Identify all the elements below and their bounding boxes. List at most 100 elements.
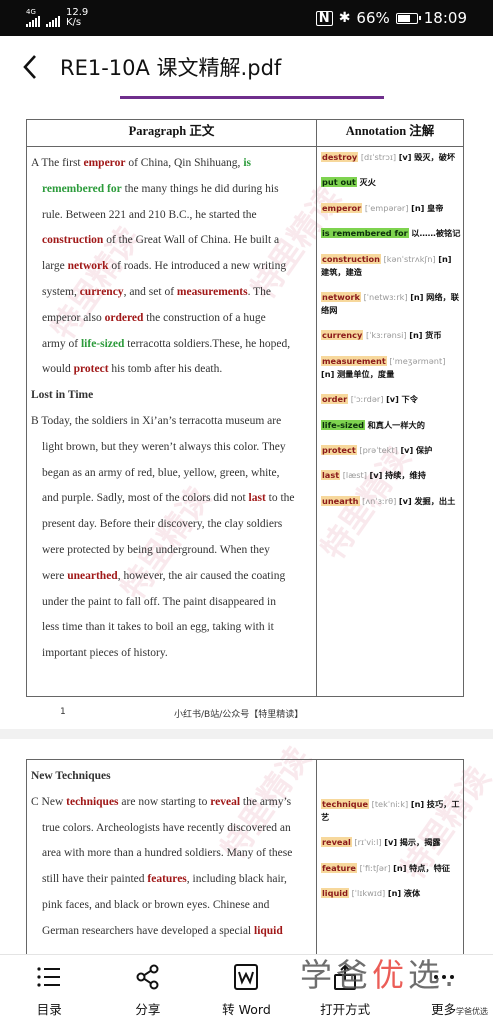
annotation-word: reveal (321, 837, 352, 848)
text-line: present day. Before their discovery, the… (42, 518, 283, 531)
text-line: true colors. Archeologists have recently… (42, 821, 291, 834)
keyword: emperor (83, 157, 126, 169)
annotation-meaning: 毁灭，破坏 (414, 152, 456, 162)
text-line: were protected by being underground. Whe… (42, 543, 270, 556)
annotation-entry: is remembered for 以……被铭记 (321, 227, 461, 240)
annotation-entry: technique [tekˈniːk] [n] 技巧，工艺 (321, 798, 461, 824)
share-button[interactable]: 分享 (99, 955, 198, 1024)
text: still have their painted (42, 873, 148, 886)
annotation-word: network (321, 291, 361, 302)
annotation-entry: last [læst] [v] 持续，维持 (321, 469, 461, 482)
section-subheading: New Techniques (31, 770, 111, 782)
section-subheading: Lost in Time (31, 389, 94, 402)
status-right: N ✱ 66% 18:09 (315, 9, 493, 27)
annotation-meaning: 液体 (403, 888, 421, 899)
annotation-word: currency (321, 330, 364, 341)
annotation-phonetic: [ʌnˈɜːrθ] (362, 495, 397, 506)
text-line: began as an army of red, blue, yellow, g… (42, 466, 280, 479)
annotation-entry: protect [prəˈtekt] [v] 保护 (321, 444, 461, 457)
text: of roads. He introduced a new writing (108, 260, 287, 273)
annotation-entry: destroy [dɪˈstrɔɪ] [v] 毁灭，破坏 (321, 151, 461, 164)
text: are now starting to (118, 795, 211, 808)
text: large (42, 260, 68, 273)
text: army of (42, 337, 81, 350)
annotation-part-of-speech: [n] (409, 330, 423, 341)
page-footer: 1 小红书/B站/公众号【特里精读】 (0, 707, 493, 723)
keyword: network (67, 260, 109, 273)
annotation-meaning: 保护 (415, 444, 433, 455)
share-icon (136, 964, 159, 990)
annotation-meaning: 特点，特征 (409, 862, 451, 873)
annotation-column-header: Annotation 注解 (316, 119, 464, 147)
text-line: pink faces, and black or brown eyes. Chi… (42, 898, 270, 911)
toc-label: 目录 (36, 1002, 62, 1017)
keyword: unearthed (67, 569, 118, 582)
share-label: 分享 (135, 1002, 161, 1017)
back-button[interactable] (0, 36, 60, 98)
annotation-entry: put out 灭火 (321, 176, 461, 189)
annotation-meaning: 发掘，出土 (414, 495, 456, 506)
text: A The first (31, 157, 84, 169)
annotation-word: order (321, 394, 349, 405)
annotation-part-of-speech: [n] (410, 799, 425, 809)
pdf-viewer[interactable]: 特里精读 特里精读 特里精读 特里精读 Paragraph 正文 Annotat… (0, 99, 493, 954)
annotation-word: emperor (321, 202, 363, 213)
word-file-icon (234, 964, 259, 990)
annotation-phonetic: [ˈlɪkwɪd] (351, 888, 386, 899)
paragraph-column-header: Paragraph 正文 (26, 119, 317, 147)
text: the construction of a huge (143, 311, 266, 324)
keyword: protect (73, 363, 109, 376)
text: , and set of (123, 285, 177, 298)
annotation-word: liquid (321, 888, 349, 899)
annotation-meaning: 皇帝 (427, 202, 444, 213)
text: emperor also (42, 311, 105, 324)
text: system, (42, 285, 80, 298)
battery-percent: 66% (356, 9, 390, 27)
annotation-part-of-speech: [v] (400, 444, 414, 455)
brand-small-text: 学爸优选 (456, 1007, 488, 1016)
annotation-part-of-speech: [v] (384, 837, 398, 848)
phrase: life-sized (80, 337, 125, 350)
status-left: 4G 12.9 K/s (0, 8, 88, 28)
text: , including black hair, (186, 873, 287, 886)
annotation-word: protect (321, 444, 357, 455)
annotation-meaning: 灭火 (359, 177, 376, 188)
annotation-word: is remembered for (321, 228, 409, 239)
annotation-meaning: 建筑，建造 (321, 266, 362, 277)
annotation-part-of-speech: [v] (386, 394, 399, 405)
annotation-entry: life-sized 和真人一样大的 (321, 419, 461, 432)
annotation-phonetic: [ˈfiːtʃər] (359, 862, 391, 873)
annotation-phonetic: [tekˈniːk] (371, 799, 409, 809)
title-bar: RE1-10A 课文精解.pdf (0, 36, 493, 98)
brand-text: 学爸 (300, 956, 373, 994)
network-type: 4G (26, 8, 36, 16)
signal-icon-2 (46, 15, 60, 27)
paragraph-text: New Techniques C New techniques are now … (27, 760, 316, 945)
text: his tomb after his death. (108, 363, 223, 376)
text: , however, the air caused the coating (117, 569, 286, 582)
annotation-part-of-speech: [v] (398, 152, 412, 162)
keyword: last (248, 492, 266, 505)
text-line: area with more than a hundred soldiers. … (42, 847, 293, 860)
keyword: techniques (66, 795, 119, 808)
annotation-part-of-speech: [v] (398, 495, 412, 506)
keyword: features (147, 873, 187, 886)
annotation-meaning: 揭示，揭露 (399, 837, 441, 848)
annotation-phonetic: [dɪˈstrɔɪ] (360, 152, 397, 162)
convert-word-button[interactable]: 转 Word (197, 955, 296, 1024)
annotation-word: technique (321, 799, 370, 809)
annotation-part-of-speech: [n] (393, 862, 407, 873)
annotation-word: destroy (321, 152, 359, 162)
phrase: is (243, 157, 251, 169)
brand-text-highlight: 优 (372, 956, 409, 994)
annotation-cell: destroy [dɪˈstrɔɪ] [v] 毁灭，破坏 put out 灭火 em… (316, 146, 464, 697)
annotation-part-of-speech: [v] (369, 470, 383, 481)
paragraph-cell: New Techniques C New techniques are now … (26, 759, 317, 954)
text-line: under the paint to fall off. The paint d… (42, 595, 276, 608)
toc-button[interactable]: 目录 (0, 955, 99, 1024)
annotation-list: destroy [dɪˈstrɔɪ] [v] 毁灭，破坏 put out 灭火 em… (317, 147, 463, 508)
annotation-phonetic: [ˈmeʒərmənt] (389, 355, 446, 366)
para-b: B Today, the soldiers in Xi’an’s terraco… (31, 414, 282, 427)
page-number: 1 (60, 707, 66, 717)
clock: 18:09 (423, 9, 467, 27)
